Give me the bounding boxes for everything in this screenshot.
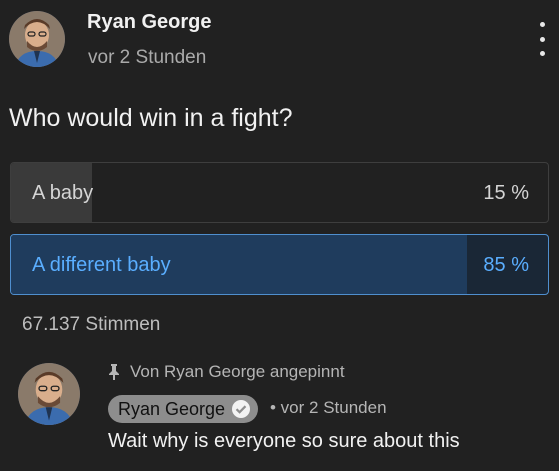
poll-option-percent: 85 %	[483, 254, 529, 276]
poll-option-label: A different baby	[32, 254, 171, 276]
poll-option-percent: 15 %	[483, 182, 529, 204]
commenter-avatar[interactable]	[18, 363, 80, 425]
menu-dot	[539, 36, 545, 42]
poll-option-1[interactable]: A baby 15 %	[10, 162, 549, 223]
more-vertical-icon[interactable]	[536, 22, 548, 56]
pinned-text: Von Ryan George angepinnt	[130, 362, 345, 381]
vote-count: 67.137 Stimmen	[22, 314, 161, 335]
menu-dot	[539, 51, 545, 56]
post-time: vor 2 Stunden	[88, 47, 207, 68]
menu-dot	[539, 22, 545, 27]
pin-icon	[109, 364, 119, 380]
post-header: Ryan George vor 2 Stunden	[0, 0, 559, 90]
author-avatar[interactable]	[9, 11, 65, 67]
poll-option-label: A baby	[32, 182, 94, 204]
check-circle-icon	[232, 400, 251, 418]
poll-option-2[interactable]: A different baby 85 %	[10, 234, 549, 295]
person-avatar-icon	[9, 11, 65, 67]
poll-question: Who would win in a fight?	[9, 104, 293, 132]
commenter-name: Ryan George	[118, 398, 226, 419]
pinned-notice: Von Ryan George angepinnt	[108, 362, 345, 382]
comment-time: • vor 2 Stunden	[270, 398, 387, 417]
person-avatar-icon	[18, 363, 80, 425]
author-name[interactable]: Ryan George	[87, 11, 211, 34]
comment-text: Wait why is everyone so sure about this	[108, 430, 460, 452]
commenter-name-chip[interactable]: Ryan George	[108, 395, 259, 423]
